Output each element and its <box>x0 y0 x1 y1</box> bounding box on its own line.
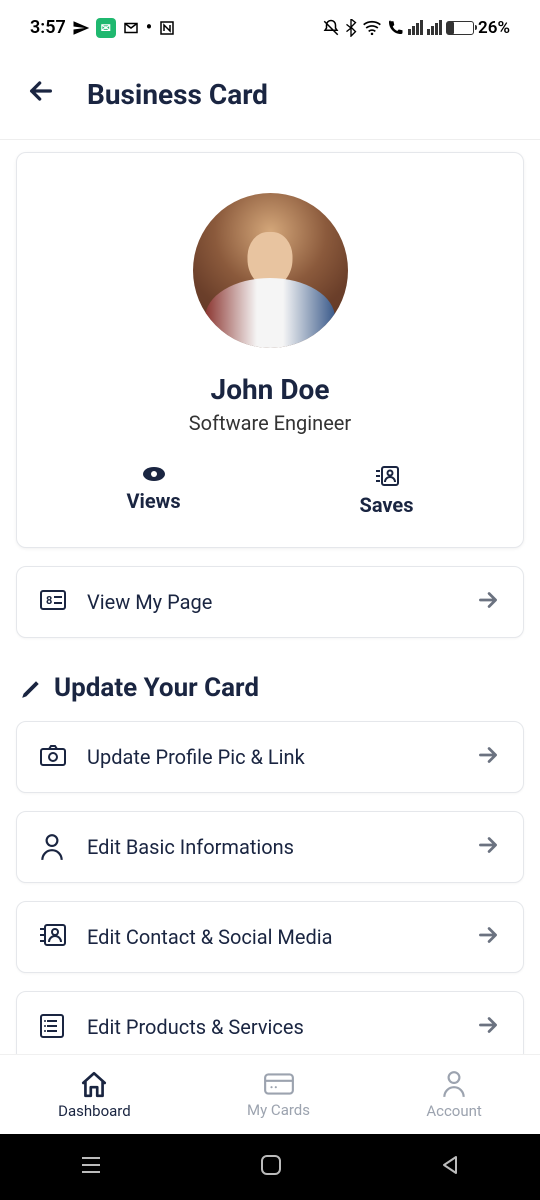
edit-products-item[interactable]: Edit Products & Services <box>16 991 524 1063</box>
back-button-sys[interactable] <box>439 1154 461 1180</box>
home-icon <box>79 1070 109 1098</box>
app-header: Business Card <box>0 55 540 140</box>
status-left: 3:57 ✉ • <box>30 17 176 38</box>
system-nav <box>0 1134 540 1200</box>
nav-label: My Cards <box>247 1101 310 1119</box>
battery-icon <box>446 21 474 35</box>
nav-label: Account <box>426 1102 482 1120</box>
item-label: Edit Basic Informations <box>87 835 455 859</box>
pencil-icon <box>20 676 44 700</box>
send-icon <box>72 19 90 37</box>
profile-role: Software Engineer <box>37 411 503 435</box>
saves-icon <box>374 465 400 487</box>
wifi-icon <box>362 19 382 37</box>
saves-stat[interactable]: Saves <box>360 465 414 517</box>
person-icon <box>39 833 67 861</box>
view-my-page-item[interactable]: 8 View My Page <box>16 566 524 638</box>
arrow-right-icon <box>475 587 501 617</box>
battery-pct: 26% <box>478 18 510 38</box>
section-title-text: Update Your Card <box>54 673 259 703</box>
back-button[interactable] <box>25 75 57 114</box>
gmail-icon <box>122 19 140 37</box>
mute-icon <box>322 19 340 37</box>
status-bar: 3:57 ✉ • 26% <box>0 0 540 55</box>
arrow-right-icon <box>475 1012 501 1042</box>
nfc-icon <box>158 19 176 37</box>
wifi-call-icon <box>386 19 404 37</box>
bottom-nav: Dashboard My Cards Account <box>0 1054 540 1134</box>
arrow-right-icon <box>475 832 501 862</box>
mail-badge-icon: ✉ <box>96 18 116 38</box>
avatar <box>193 193 348 348</box>
nav-mycards[interactable]: My Cards <box>247 1071 310 1119</box>
profile-stats: Views Saves <box>37 465 503 517</box>
id-card-icon: 8 <box>39 588 67 616</box>
views-label: Views <box>126 489 180 513</box>
arrow-left-icon <box>25 75 57 107</box>
bluetooth-icon <box>344 19 358 37</box>
item-label: Edit Contact & Social Media <box>87 925 455 949</box>
contact-card-icon <box>39 923 67 951</box>
profile-name: John Doe <box>37 373 503 406</box>
card-icon <box>263 1071 295 1097</box>
status-right: 26% <box>322 18 510 38</box>
list-icon <box>39 1013 67 1041</box>
nav-label: Dashboard <box>58 1102 131 1120</box>
clock: 3:57 <box>30 17 66 38</box>
recent-apps-button[interactable] <box>79 1155 103 1179</box>
signal2-icon <box>427 20 442 35</box>
item-label: Edit Products & Services <box>87 1015 455 1039</box>
profile-card: John Doe Software Engineer Views Saves <box>16 152 524 548</box>
update-section-title: Update Your Card <box>20 673 520 703</box>
signal-icon <box>408 20 423 35</box>
eye-icon <box>142 465 166 483</box>
home-button[interactable] <box>260 1154 282 1180</box>
views-stat[interactable]: Views <box>126 465 180 517</box>
dot-icon: • <box>146 17 152 38</box>
svg-text:8: 8 <box>46 594 52 607</box>
item-label: Update Profile Pic & Link <box>87 745 455 769</box>
update-profile-pic-item[interactable]: Update Profile Pic & Link <box>16 721 524 793</box>
nav-account[interactable]: Account <box>426 1070 482 1120</box>
view-page-label: View My Page <box>87 590 455 614</box>
edit-basic-info-item[interactable]: Edit Basic Informations <box>16 811 524 883</box>
edit-contact-item[interactable]: Edit Contact & Social Media <box>16 901 524 973</box>
account-icon <box>441 1070 467 1098</box>
arrow-right-icon <box>475 922 501 952</box>
saves-label: Saves <box>360 493 414 517</box>
page-title: Business Card <box>87 78 268 111</box>
nav-dashboard[interactable]: Dashboard <box>58 1070 131 1120</box>
camera-icon <box>39 743 67 771</box>
arrow-right-icon <box>475 742 501 772</box>
